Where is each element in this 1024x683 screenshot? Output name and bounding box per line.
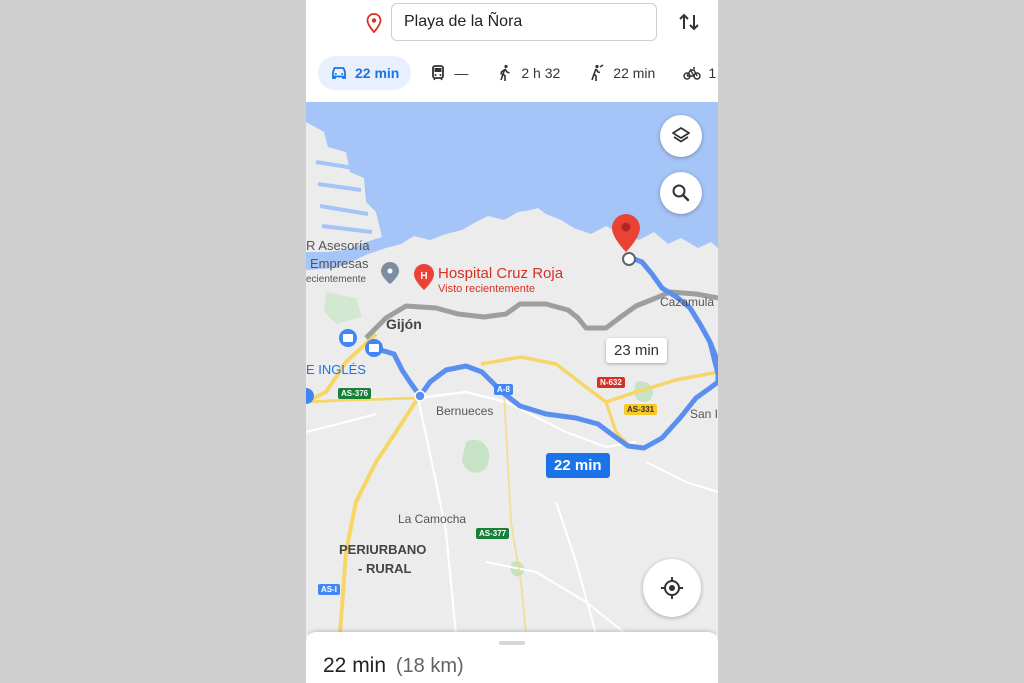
place-ingles: E INGLÉS [306, 362, 366, 377]
ride-hail-icon [591, 64, 604, 81]
place-hospital-sub: Visto recientemente [438, 283, 536, 295]
mode-ride-label: 22 min [613, 65, 656, 81]
alt-route-time[interactable]: 23 min [606, 338, 668, 363]
phone-screen: Playa de la Ñora 22 min — 2 h 32 22 min … [306, 0, 718, 683]
route-summary-distance: (18 km) [395, 655, 464, 677]
layers-icon [672, 127, 690, 143]
car-icon [332, 67, 346, 79]
road-shield-n632: N-632 [597, 377, 625, 388]
mode-car[interactable]: 22 min [318, 56, 412, 90]
place-periurbano: PERIURBANO [339, 542, 427, 557]
road-shield-as: AS-I [318, 584, 340, 595]
road-shield-as376: AS-376 [338, 388, 372, 399]
svg-text:H: H [420, 271, 427, 282]
swap-icon[interactable] [676, 9, 702, 35]
mode-bike-label: 1 [708, 65, 717, 81]
map-search-button[interactable] [660, 172, 702, 214]
park-area [462, 439, 490, 473]
walking-icon [500, 64, 511, 81]
mode-walk-label: 2 h 32 [521, 65, 561, 81]
destination-marker [612, 214, 640, 252]
bottom-sheet[interactable]: 22 min (18 km) [306, 632, 718, 683]
destination-text: Playa de la Ñora [404, 13, 523, 30]
route-summary: 22 min (18 km) [323, 654, 464, 678]
road-shield-a8: A-8 [494, 384, 513, 395]
my-location-button[interactable] [643, 559, 701, 617]
main-route-time[interactable]: 22 min [546, 453, 610, 478]
route-summary-time: 22 min [323, 654, 387, 677]
route-map[interactable]: H R Asesoría Empresas ecientemente Hospi… [306, 102, 718, 634]
my-location-icon [661, 577, 683, 599]
layers-button[interactable] [660, 115, 702, 157]
place-gijon: Gijón [386, 316, 422, 332]
place-recent: ecientemente [306, 274, 367, 285]
destination-endpoint [622, 252, 636, 266]
search-icon [672, 184, 690, 202]
directions-header: Playa de la Ñora 22 min — 2 h 32 22 min … [306, 0, 718, 102]
place-hospital[interactable]: Hospital Cruz Roja [438, 265, 563, 282]
place-rural: - RURAL [358, 561, 412, 576]
place-cazamula: Cazamula [660, 295, 715, 309]
place-asesoria: R Asesoría [306, 238, 370, 253]
road-shield-as331: AS-331 [624, 404, 658, 415]
mode-car-label: 22 min [355, 65, 400, 81]
road-shield-as377: AS-377 [476, 528, 510, 539]
destination-pin-icon [366, 13, 382, 33]
mode-bike[interactable]: 1 [673, 56, 718, 90]
transit-icon [432, 65, 445, 81]
place-san: San I [690, 407, 718, 421]
mode-transit[interactable]: — [419, 56, 478, 90]
mode-transit-label: — [454, 65, 469, 81]
place-empresas: Empresas [310, 256, 369, 271]
sheet-drag-handle[interactable] [499, 641, 525, 645]
mode-walk[interactable]: 2 h 32 [486, 56, 570, 90]
destination-input[interactable]: Playa de la Ñora [391, 3, 657, 41]
place-la-camocha: La Camocha [398, 512, 467, 526]
mode-ride[interactable]: 22 min [578, 56, 665, 90]
travel-modes: 22 min — 2 h 32 22 min 1 [318, 56, 718, 90]
place-bernueces: Bernueces [436, 404, 494, 418]
bicycle-icon [683, 67, 702, 80]
